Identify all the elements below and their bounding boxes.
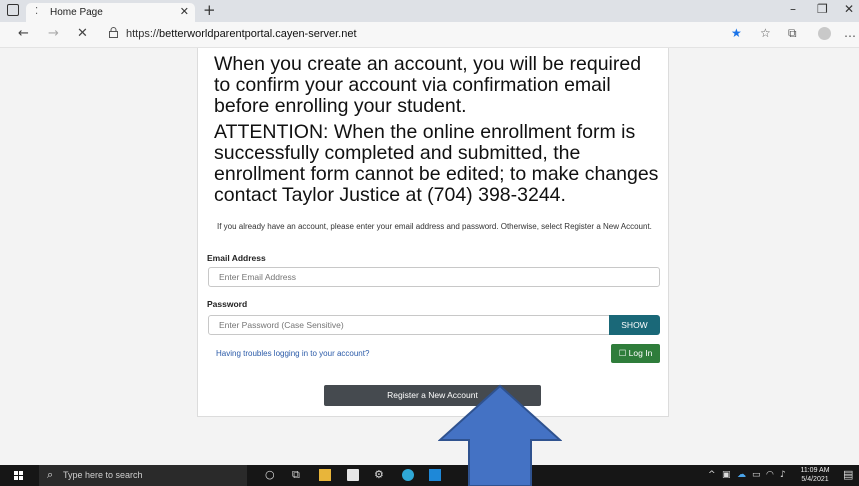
login-card: When you create an account, you will be … — [197, 48, 669, 417]
tab-home-page[interactable]: ⁚ Home Page ✕ — [26, 3, 195, 22]
forward-icon[interactable]: → — [48, 26, 59, 41]
address-bar-row: ← → ✕ https://betterworldparentportal.ca… — [0, 22, 859, 48]
minimize-icon[interactable]: – — [790, 2, 796, 16]
clock-date: 5/4/2021 — [801, 476, 829, 483]
favorite-star-icon[interactable]: ★ — [731, 26, 742, 40]
battery-icon[interactable]: ▭ — [752, 470, 761, 480]
task-view-icon[interactable]: ⧉ — [292, 468, 300, 482]
account-confirmation-notice: When you create an account, you will be … — [214, 53, 642, 117]
start-icon[interactable] — [14, 471, 24, 481]
email-label: Email Address — [207, 253, 266, 263]
edge-icon[interactable] — [402, 469, 414, 481]
login-trouble-link[interactable]: Having troubles logging in to your accou… — [216, 349, 369, 358]
show-password-button[interactable]: SHOW — [609, 315, 660, 335]
taskbar: ⌕ Type here to search ○ ⧉ ⚙ ^ ▣ ☁ ▭ ◠ ♪ … — [0, 465, 859, 486]
file-explorer-icon[interactable] — [319, 469, 331, 481]
pointer-arrow-icon — [438, 384, 562, 486]
url-host: betterworldparentportal.cayen-server.net — [159, 28, 357, 40]
tray-app-icon[interactable]: ▣ — [722, 470, 731, 480]
onedrive-icon[interactable]: ☁ — [737, 470, 746, 480]
profile-icon[interactable] — [818, 27, 831, 40]
taskbar-search[interactable]: ⌕ Type here to search — [39, 465, 247, 486]
maximize-icon[interactable]: ❐ — [817, 2, 828, 16]
tab-favicon-icon: ⁚ — [35, 6, 39, 17]
tray-chevron-icon[interactable]: ^ — [708, 470, 716, 480]
store-icon[interactable] — [347, 469, 359, 481]
new-tab-button[interactable]: + — [203, 1, 216, 19]
notification-icon[interactable]: ▤ — [843, 468, 853, 481]
volume-icon[interactable]: ♪ — [780, 470, 786, 480]
cortana-icon[interactable]: ○ — [265, 468, 275, 481]
favorites-list-icon[interactable]: ☆ — [760, 26, 771, 40]
collections-icon[interactable]: ⧉ — [788, 26, 797, 41]
search-icon: ⌕ — [47, 468, 54, 481]
search-placeholder: Type here to search — [63, 470, 143, 480]
window-close-icon[interactable]: ✕ — [844, 2, 854, 16]
login-instructions: If you already have an account, please e… — [217, 222, 652, 231]
password-field[interactable] — [208, 315, 610, 335]
attention-notice: ATTENTION: When the online enrollment fo… — [214, 121, 659, 206]
password-label: Password — [207, 299, 248, 309]
system-clock[interactable]: 11:09 AM 5/4/2021 — [797, 466, 833, 484]
tab-title: Home Page — [50, 7, 103, 18]
more-icon[interactable]: … — [844, 26, 856, 40]
wifi-icon[interactable]: ◠ — [766, 470, 774, 480]
back-icon[interactable]: ← — [18, 26, 29, 41]
settings-icon[interactable]: ⚙ — [374, 468, 384, 481]
clock-time: 11:09 AM — [800, 467, 830, 474]
url-field[interactable]: https://betterworldparentportal.cayen-se… — [126, 28, 357, 40]
tab-close-icon[interactable]: ✕ — [180, 5, 189, 18]
reload-close-icon[interactable]: ✕ — [77, 26, 88, 41]
window-menu-icon[interactable] — [7, 4, 19, 16]
lock-icon[interactable] — [109, 27, 118, 38]
url-prefix: https:// — [126, 28, 160, 40]
email-field[interactable] — [208, 267, 660, 287]
login-button[interactable]: ☐ Log In — [611, 344, 660, 363]
tab-strip: ⁚ Home Page ✕ + – ❐ ✕ — [0, 0, 859, 22]
